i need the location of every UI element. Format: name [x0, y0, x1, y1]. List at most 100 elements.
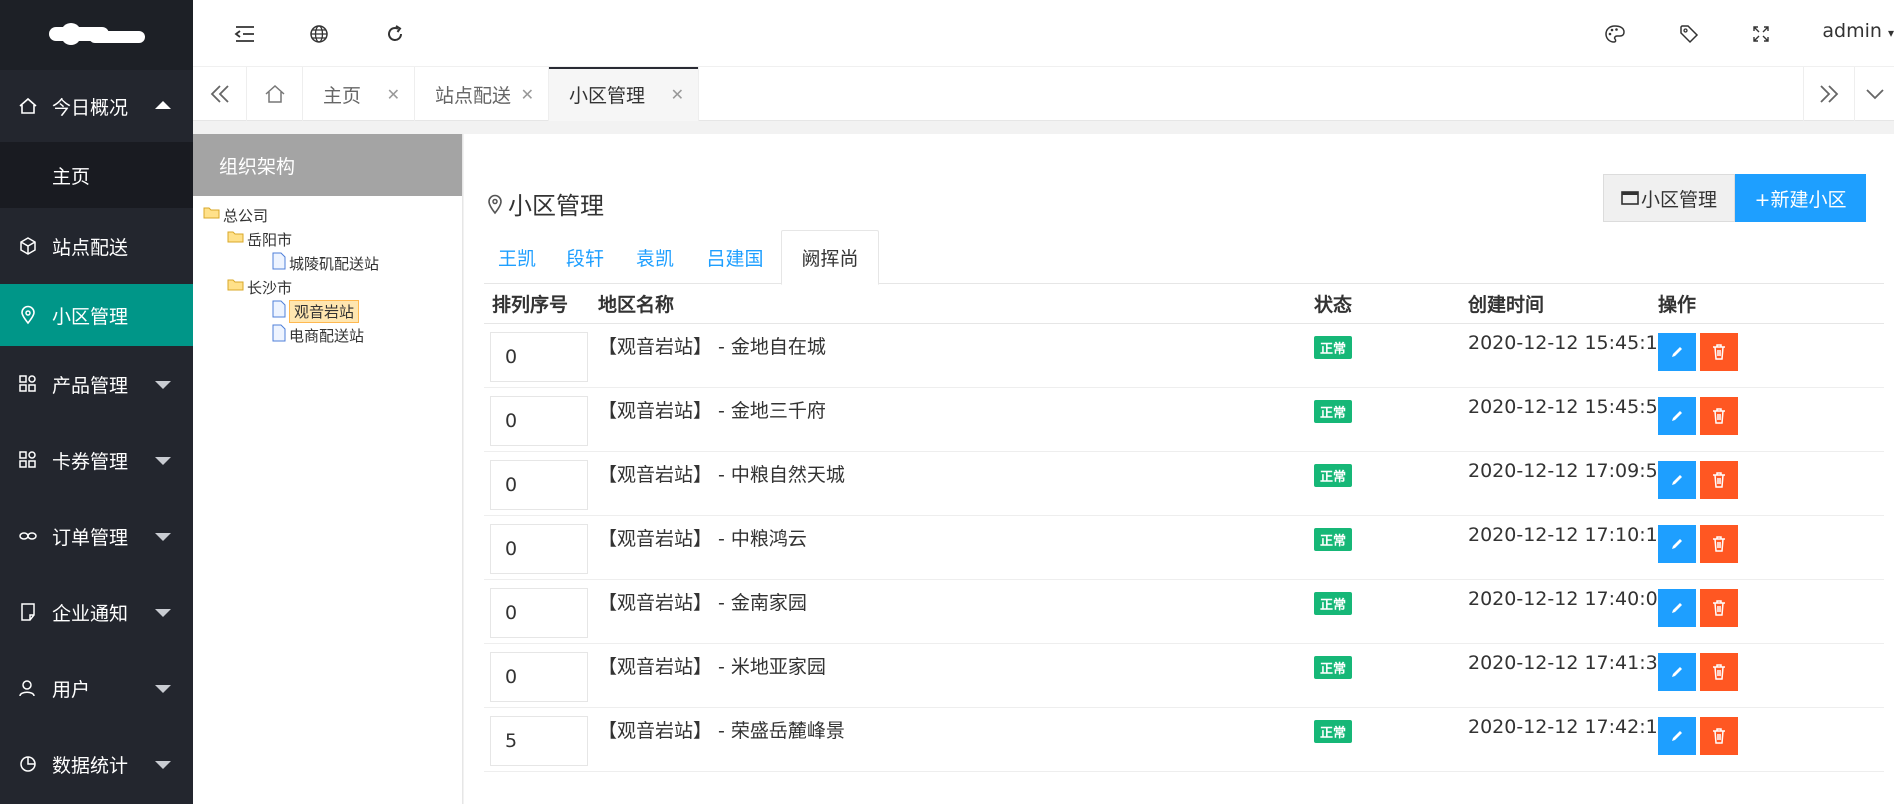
status-badge: 正常 [1314, 592, 1353, 615]
column-header: 创建时间 [1468, 294, 1545, 316]
sort-order-input[interactable] [490, 332, 588, 382]
tab-staff[interactable]: 袁凯 [620, 230, 690, 284]
sort-order-input[interactable] [490, 460, 588, 510]
top-bar: admin ▾ [193, 0, 1894, 67]
column-header: 排列序号 [492, 294, 569, 316]
delete-button[interactable] [1700, 589, 1738, 627]
tree-node-label: 总公司 [223, 206, 269, 225]
sidebar-item-statistics[interactable]: 数据统计 [0, 726, 193, 802]
close-icon[interactable]: ✕ [521, 85, 534, 104]
tab-staff[interactable]: 吕建国 [690, 230, 780, 284]
window-icon [1621, 190, 1639, 206]
tab-label: 吕建国 [706, 247, 764, 270]
user-menu[interactable]: admin ▾ [1822, 20, 1894, 42]
sidebar-item-label: 用户 [52, 678, 91, 701]
trash-icon [1713, 344, 1725, 360]
sidebar-item-orders[interactable]: 订单管理 [0, 498, 193, 574]
sidebar-item-products[interactable]: 产品管理 [0, 346, 193, 422]
tab-staff[interactable]: 王凯 [484, 230, 550, 284]
location-icon [486, 193, 504, 215]
collapse-menu-icon[interactable] [231, 20, 259, 48]
table-row: 【观音岩站】 - 金地自在城 正常 2020-12-12 15:45:15 [484, 324, 1884, 388]
chevron-up-icon [155, 101, 171, 109]
delete-button[interactable] [1700, 461, 1738, 499]
delete-button[interactable] [1700, 525, 1738, 563]
staff-tabs: 王凯 段轩 袁凯 吕建国 阙挥尚 [484, 230, 1884, 285]
tab-label: 主页 [323, 84, 362, 107]
status-badge: 正常 [1314, 336, 1353, 359]
sidebar-item-label: 企业通知 [52, 602, 129, 625]
sidebar-item-home[interactable]: 主页 [0, 142, 193, 208]
scroll-tabs-right-icon[interactable] [1803, 67, 1855, 121]
status-badge: 正常 [1314, 656, 1353, 679]
sidebar-item-label: 小区管理 [52, 305, 129, 328]
edit-button[interactable] [1658, 525, 1696, 563]
sidebar-item-label: 站点配送 [52, 236, 129, 259]
delete-button[interactable] [1700, 397, 1738, 435]
delete-button[interactable] [1700, 333, 1738, 371]
sidebar-item-community[interactable]: 小区管理 [0, 284, 193, 346]
tab-community[interactable]: 小区管理 ✕ [549, 67, 699, 121]
tab-staff-active[interactable]: 阙挥尚 [781, 230, 879, 285]
table-row: 【观音岩站】 - 中粮自然天城 正常 2020-12-12 17:09:50 [484, 452, 1884, 516]
tab-station-delivery[interactable]: 站点配送 ✕ [415, 67, 549, 121]
close-icon[interactable]: ✕ [387, 85, 400, 104]
sidebar-item-station-delivery[interactable]: 站点配送 [0, 208, 193, 284]
sort-order-input[interactable] [490, 716, 588, 766]
fullscreen-icon[interactable] [1747, 20, 1775, 48]
org-tree-title: 组织架构 [193, 134, 462, 196]
globe-icon[interactable] [305, 20, 333, 48]
close-icon[interactable]: ✕ [671, 85, 684, 104]
sidebar-item-notices[interactable]: 企业通知 [0, 574, 193, 650]
chevron-down-icon [155, 609, 171, 617]
tab-staff[interactable]: 段轩 [550, 230, 620, 284]
area-name: 【观音岩站】 - 金地三千府 [598, 400, 826, 422]
sidebar-item-coupons[interactable]: 卡券管理 [0, 422, 193, 498]
sort-order-input[interactable] [490, 588, 588, 638]
theme-palette-icon[interactable] [1601, 20, 1629, 48]
tree-node-chenglingji[interactable]: 城陵矶配送站 [271, 252, 379, 274]
tree-node-yueyang[interactable]: 岳阳市 [227, 228, 292, 250]
sort-order-input[interactable] [490, 396, 588, 446]
community-table: 排列序号 地区名称 状态 创建时间 操作 【观音岩站】 - 金地自在城 正常 2… [484, 284, 1884, 772]
tree-node-head-office[interactable]: 总公司 [203, 204, 268, 226]
home-tab-icon[interactable] [247, 67, 303, 121]
edit-button[interactable] [1658, 589, 1696, 627]
tag-icon[interactable] [1675, 20, 1703, 48]
delete-button[interactable] [1700, 717, 1738, 755]
tree-node-ecommerce[interactable]: 电商配送站 [271, 324, 364, 346]
note-icon [18, 602, 38, 622]
tab-home[interactable]: 主页 ✕ [303, 67, 415, 121]
chart-icon [18, 754, 38, 774]
tabs-dropdown-icon[interactable] [1855, 67, 1894, 121]
sidebar-item-overview[interactable]: 今日概况 [0, 70, 193, 142]
tab-label: 站点配送 [435, 84, 512, 107]
tab-label: 袁凯 [635, 247, 674, 270]
edit-button[interactable] [1658, 653, 1696, 691]
tree-node-guanyinyan[interactable]: 观音岩站 [271, 299, 360, 323]
created-time: 2020-12-12 17:09:50 [1468, 460, 1670, 482]
file-icon [271, 252, 287, 274]
edit-button[interactable] [1658, 461, 1696, 499]
sidebar-item-label: 今日概况 [52, 96, 129, 119]
delete-button[interactable] [1700, 653, 1738, 691]
community-manage-button[interactable]: 小区管理 [1603, 174, 1735, 222]
status-badge: 正常 [1314, 720, 1353, 743]
area-name: 【观音岩站】 - 米地亚家园 [598, 656, 826, 678]
sidebar-item-label: 产品管理 [52, 374, 129, 397]
cube-icon [18, 236, 38, 256]
tree-node-changsha[interactable]: 长沙市 [227, 276, 292, 298]
scroll-tabs-left-icon[interactable] [193, 67, 247, 121]
area-name: 【观音岩站】 - 荣盛岳麓峰景 [598, 720, 845, 742]
edit-button[interactable] [1658, 333, 1696, 371]
new-community-button[interactable]: +新建小区 [1735, 174, 1866, 222]
home-icon [18, 96, 38, 116]
edit-button[interactable] [1658, 397, 1696, 435]
sort-order-input[interactable] [490, 524, 588, 574]
tree-node-label: 电商配送站 [289, 326, 365, 345]
sidebar-item-users[interactable]: 用户 [0, 650, 193, 726]
edit-button[interactable] [1658, 717, 1696, 755]
refresh-icon[interactable] [381, 20, 409, 48]
tree-node-label: 长沙市 [247, 278, 293, 297]
sort-order-input[interactable] [490, 652, 588, 702]
